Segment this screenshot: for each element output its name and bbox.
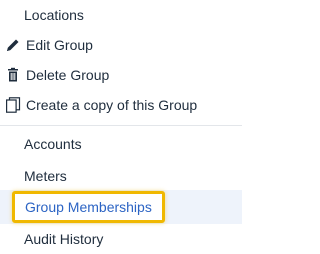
menu-item-audit-history[interactable]: Audit History — [0, 224, 242, 254]
menu-item-copy-group-label: Create a copy of this Group — [26, 97, 198, 113]
menu-item-group-memberships[interactable]: Group Memberships — [0, 190, 242, 224]
menu-item-meters[interactable]: Meters — [0, 161, 242, 191]
menu-divider — [0, 125, 242, 126]
menu-item-delete-group[interactable]: Delete Group — [0, 60, 242, 90]
menu-item-edit-group-label: Edit Group — [26, 37, 93, 53]
menu-item-locations-label: Locations — [24, 7, 84, 23]
copy-icon — [4, 96, 22, 114]
pencil-icon — [4, 36, 22, 54]
menu-item-locations[interactable]: Locations — [0, 0, 242, 30]
menu-item-audit-history-label: Audit History — [24, 231, 104, 247]
menu-item-accounts[interactable]: Accounts — [0, 129, 242, 159]
menu-item-delete-group-label: Delete Group — [26, 67, 110, 83]
group-actions-menu: Locations Edit Group Delete Group Create… — [0, 0, 242, 254]
trash-icon — [4, 66, 22, 84]
menu-item-copy-group[interactable]: Create a copy of this Group — [0, 90, 242, 120]
menu-item-group-memberships-label: Group Memberships — [12, 191, 165, 223]
menu-item-meters-label: Meters — [24, 168, 67, 184]
menu-item-accounts-label: Accounts — [24, 136, 82, 152]
menu-item-edit-group[interactable]: Edit Group — [0, 30, 242, 60]
